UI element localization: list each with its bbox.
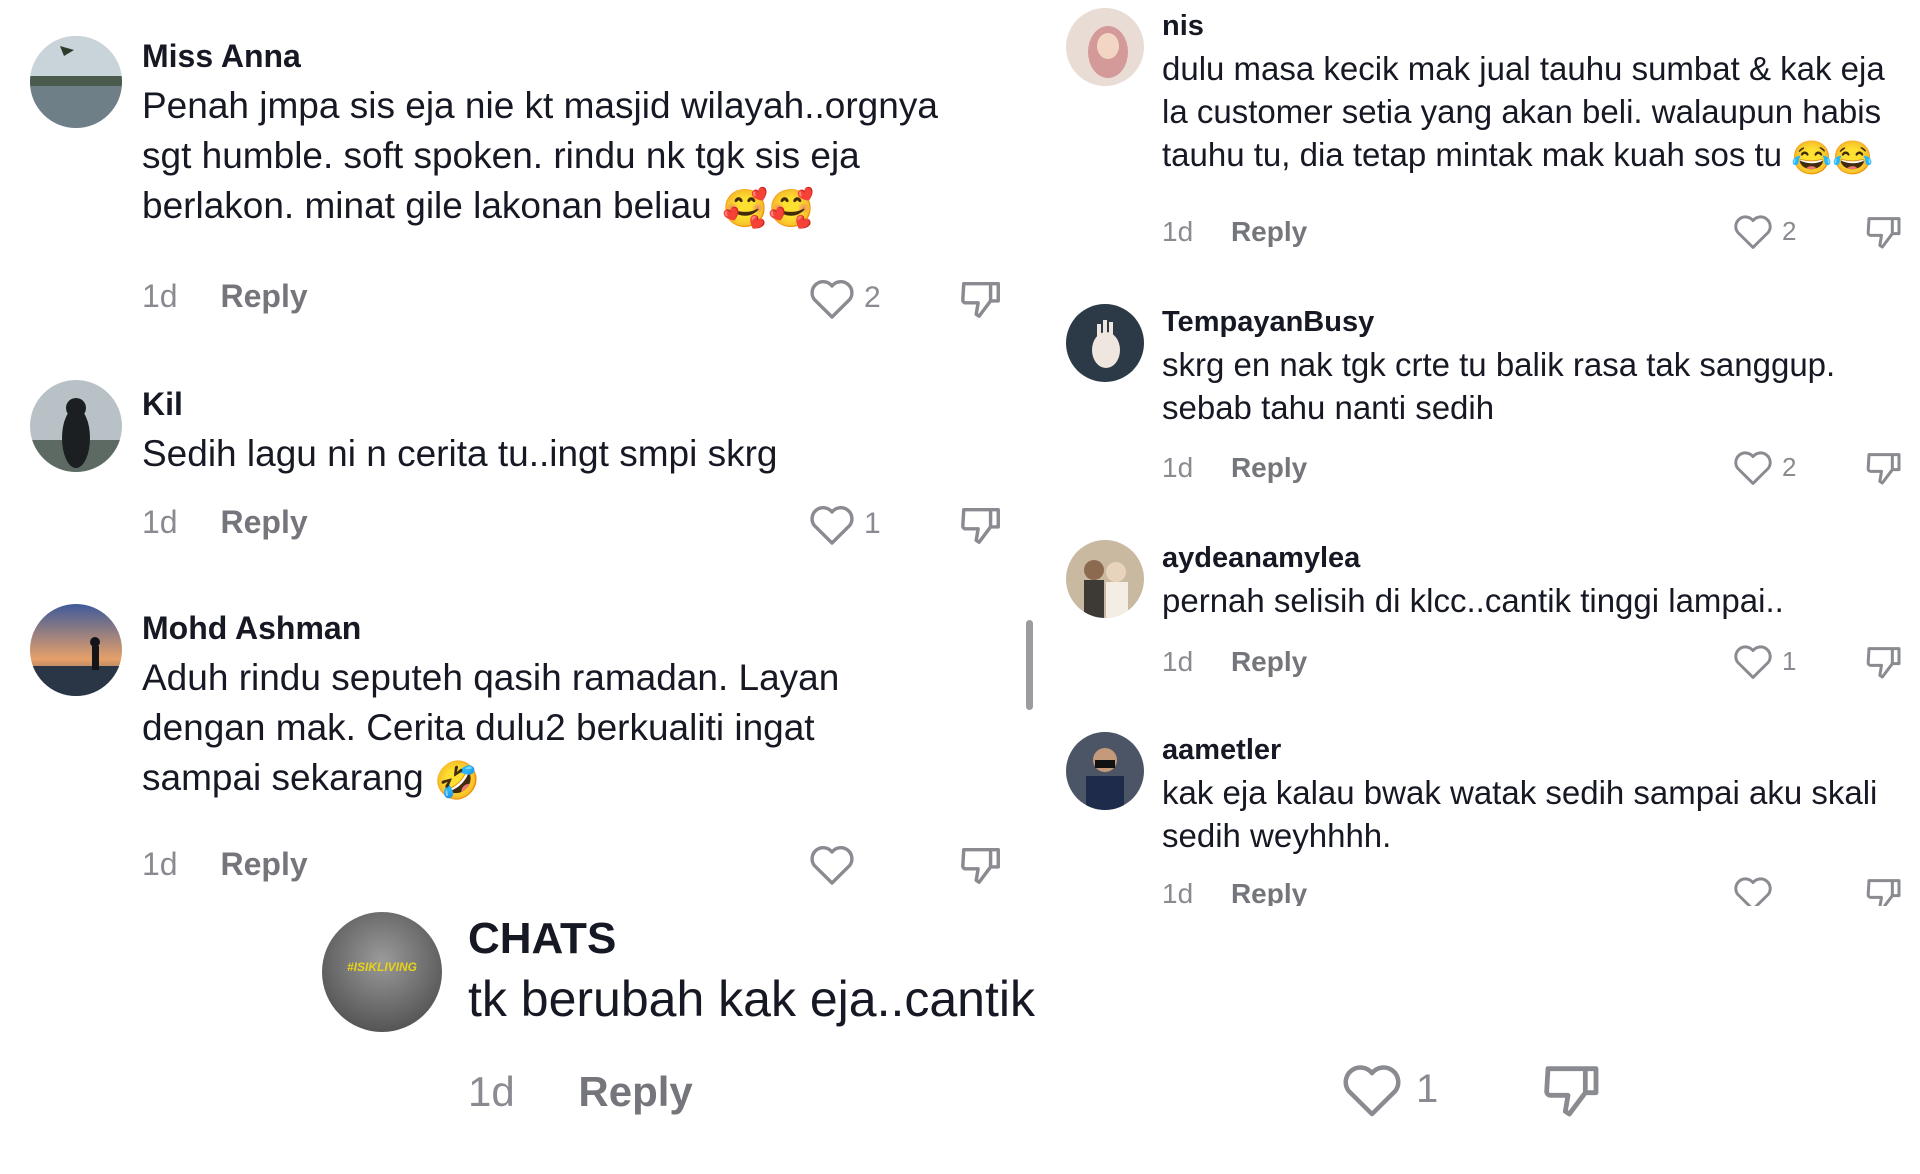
timestamp: 1d [1162,452,1194,483]
like-button[interactable] [1732,874,1774,906]
comment-text: Aduh rindu seputeh qasih ramadan. Layan … [142,653,1022,806]
timestamp: 1d [1162,216,1194,247]
comment-item: #ISIKLIVING CHATS tk berubah kak eja..ca… [300,900,1700,1160]
avatar[interactable] [1066,540,1144,618]
thumbs-down-outline-icon [1864,212,1904,252]
reply-button[interactable]: Reply [1231,216,1307,247]
heart-outline-icon [1340,1060,1404,1118]
comment-text: tk berubah kak eja..cantik [468,971,1035,1027]
dislike-button[interactable] [1864,642,1904,682]
heart-outline-icon [1732,642,1774,680]
reply-button[interactable]: Reply [1231,452,1307,483]
heart-outline-icon [1732,212,1774,250]
like-count: 2 [1782,215,1797,246]
username[interactable]: aametler [1162,734,1920,767]
dislike-button[interactable] [958,502,1004,548]
dislike-button[interactable] [958,842,1004,888]
like-button[interactable]: 1 [808,502,881,546]
comment-text: Sedih lagu ni n cerita tu..ingt smpi skr… [142,433,778,474]
heart-outline-icon [808,276,856,320]
timestamp: 1d [1162,646,1194,677]
like-button[interactable]: 2 [1732,448,1796,486]
emoji: 🥰🥰 [722,188,815,229]
reply-button[interactable]: Reply [220,278,307,314]
comment-text: kak eja kalau bwak watak sedih sampai ak… [1162,774,1878,854]
username[interactable]: TempayanBusy [1162,306,1920,339]
reply-button[interactable]: Reply [220,504,307,540]
reply-button[interactable]: Reply [1231,646,1307,677]
emoji: 🤣 [434,760,481,801]
thumbs-down-outline-icon [958,502,1004,548]
reply-button[interactable]: Reply [220,846,307,882]
like-count: 1 [1416,1066,1439,1111]
thumbs-down-outline-icon [958,842,1004,888]
comment-item: aametler kak eja kalau bwak watak sedih … [1060,728,1920,906]
like-count: 2 [1782,451,1797,482]
comment-item: aydeanamylea pernah selisih di klcc..can… [1060,536,1920,696]
heart-outline-icon [808,842,856,886]
username[interactable]: Kil [142,386,1022,423]
thumbs-down-outline-icon [1540,1058,1604,1122]
avatar[interactable] [30,36,122,128]
dislike-button[interactable] [1864,874,1904,906]
timestamp: 1d [142,504,178,540]
timestamp: 1d [142,846,178,882]
username[interactable]: aydeanamylea [1162,542,1920,575]
avatar[interactable]: #ISIKLIVING [322,912,442,1032]
comment-item: Mohd Ashman Aduh rindu seputeh qasih ram… [0,596,1030,896]
like-button[interactable]: 2 [808,276,881,320]
timestamp: 1d [142,278,178,314]
avatar-text: #ISIKLIVING [346,960,417,974]
scrollbar[interactable] [1026,620,1033,710]
like-count: 2 [864,281,881,314]
comment-item: Kil Sedih lagu ni n cerita tu..ingt smpi… [0,370,1030,550]
comment-text: Penah jmpa sis eja nie kt masjid wilayah… [142,81,1022,234]
timestamp: 1d [468,1068,515,1115]
dislike-button[interactable] [1540,1058,1604,1122]
avatar[interactable] [1066,8,1144,86]
like-button[interactable]: 2 [1732,212,1796,250]
comment-text: pernah selisih di klcc..cantik tinggi la… [1162,582,1784,619]
thumbs-down-outline-icon [958,276,1004,322]
heart-outline-icon [808,502,856,546]
dislike-button[interactable] [1864,448,1904,488]
avatar[interactable] [30,380,122,472]
like-count: 1 [1782,645,1797,676]
heart-outline-icon [1732,448,1774,486]
dislike-button[interactable] [958,276,1004,322]
dislike-button[interactable] [1864,212,1904,252]
like-button[interactable]: 1 [1732,642,1796,680]
thumbs-down-outline-icon [1864,874,1904,906]
username[interactable]: CHATS [468,914,1668,964]
emoji: 😂😂 [1791,138,1874,176]
comment-item: TempayanBusy skrg en nak tgk crte tu bal… [1060,300,1920,500]
avatar[interactable] [1066,732,1144,810]
comment-item: Miss Anna Penah jmpa sis eja nie kt masj… [0,0,1030,340]
avatar[interactable] [1066,304,1144,382]
comment-text: dulu masa kecik mak jual tauhu sumbat & … [1162,47,1920,179]
comment-item: nis dulu masa kecik mak jual tauhu sumba… [1060,0,1920,270]
comment-text: skrg en nak tgk crte tu balik rasa tak s… [1162,346,1836,426]
thumbs-down-outline-icon [1864,642,1904,682]
username[interactable]: nis [1162,10,1920,43]
username[interactable]: Mohd Ashman [142,610,1022,647]
reply-button[interactable]: Reply [578,1068,692,1115]
username[interactable]: Miss Anna [142,38,1022,75]
like-button[interactable]: 1 [1340,1060,1438,1118]
like-count: 1 [864,507,881,540]
thumbs-down-outline-icon [1864,448,1904,488]
heart-outline-icon [1732,874,1774,906]
avatar[interactable] [30,604,122,696]
like-button[interactable] [808,842,864,886]
